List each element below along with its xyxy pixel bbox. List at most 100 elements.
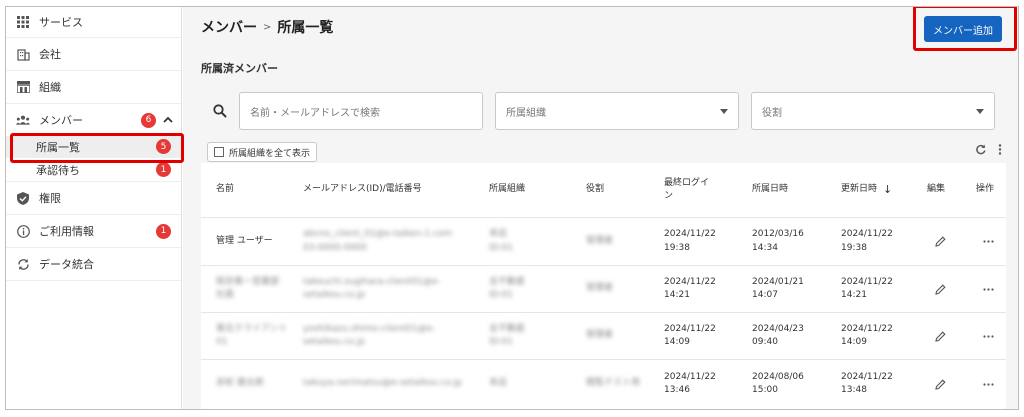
table-toolbar: 所属組織を全て表示: [201, 140, 1006, 162]
pending-count-badge: 1: [156, 162, 171, 177]
date: 2012/03/16: [752, 229, 804, 239]
time: 14:07: [752, 290, 778, 300]
name-line: 社員: [216, 290, 235, 300]
date: 2024/11/22: [664, 229, 716, 239]
col-header-joined[interactable]: 所属日時: [752, 163, 788, 217]
chevron-down-icon: [720, 109, 728, 114]
sidebar-item-organization[interactable]: 組織: [6, 71, 181, 104]
search-input[interactable]: 名前・メールアドレスで検索: [239, 92, 483, 130]
member-email: abcno_client_01@e-taiken-1.com 03-0000-0…: [303, 218, 452, 265]
main-content: メンバー > 所属一覧 メンバー追加 所属済メンバー 名前・メールアドレスで検索…: [183, 7, 1018, 409]
table-row[interactable]: 既存第一営業部 社員 takeuchi.sugihara-client01@e-…: [201, 266, 1006, 313]
member-role: 管理者: [586, 283, 614, 294]
last-login: 2024/11/22 19:38: [664, 218, 716, 265]
col-header-actions: 操作: [976, 184, 995, 195]
member-role: 管理者: [586, 235, 614, 246]
show-all-orgs-checkbox[interactable]: 所属組織を全て表示: [207, 142, 318, 162]
search-icon: [201, 104, 239, 118]
table-row[interactable]: 管理 ユーザー abcno_client_01@e-taiken-1.com 0…: [201, 218, 1006, 266]
time: 14:21: [841, 290, 867, 300]
last-login: 2024/11/22 13:46: [664, 360, 716, 408]
table-row[interactable]: 東北クライアント 01 yoshikazu.shimo-client01@e- …: [201, 313, 1006, 360]
more-vert-icon[interactable]: [998, 144, 1002, 158]
email-line: abcno_client_01@e-taiken-1.com: [303, 229, 453, 239]
member-role: 閲覧テスト用: [586, 378, 641, 389]
member-org: 全不動産 ID:01: [489, 266, 525, 312]
org-select[interactable]: 所属組織: [495, 92, 739, 130]
checkbox-icon: [214, 147, 224, 157]
sidebar-item-label: メンバー: [39, 114, 83, 127]
org-id-line: ID:01: [489, 290, 514, 300]
sidebar-subitem-pending[interactable]: 承認待ち 1: [6, 158, 181, 182]
pencil-icon[interactable]: [935, 360, 946, 408]
time: 19:38: [841, 242, 867, 253]
time: 14:21: [664, 290, 690, 300]
updated-at: 2024/11/22 14:09: [841, 313, 893, 359]
phone-line: 03-0000-0000: [303, 242, 367, 253]
name-line: 01: [216, 337, 228, 347]
time: 14:09: [664, 337, 690, 347]
add-member-button[interactable]: メンバー追加: [924, 16, 1002, 42]
date: 2024/04/23: [752, 323, 804, 334]
sidebar-subitem-affiliations[interactable]: 所属一覧 5: [6, 136, 181, 158]
org-line: 本店: [489, 229, 508, 239]
last-login: 2024/11/22 14:21: [664, 266, 716, 312]
sidebar-item-services[interactable]: サービス: [6, 7, 181, 38]
show-all-orgs-label: 所属組織を全て表示: [229, 148, 311, 159]
page-title: 所属一覧: [277, 20, 334, 36]
table-row[interactable]: 赤松 健太郎 takuya.nerimatsu@e-setaikou.co.jp…: [201, 360, 1006, 408]
col-header-email: メールアドレス(ID)/電話番号: [303, 184, 422, 195]
updated-at: 2024/11/22 14:21: [841, 266, 893, 312]
more-horiz-icon[interactable]: [983, 218, 994, 265]
col-header-last-login[interactable]: 最終ログイ ン: [664, 163, 709, 217]
sidebar-item-company[interactable]: 会社: [6, 38, 181, 71]
org-id-line: ID:01: [489, 337, 514, 347]
member-name: 管理 ユーザー: [216, 235, 273, 246]
time: 13:46: [664, 385, 690, 395]
sync-icon: [16, 257, 30, 271]
more-horiz-icon[interactable]: [983, 313, 994, 359]
time: 09:40: [752, 337, 778, 347]
more-horiz-icon[interactable]: [983, 266, 994, 312]
time: 15:00: [752, 385, 778, 395]
col-header-name: 名前: [216, 184, 235, 195]
sidebar: サービス 会社 組織 メンバー 6 所属一覧 5 承認待ち 1 権限 ご利用情報…: [6, 7, 182, 409]
member-email: takuya.nerimatsu@e-setaikou.co.jp: [303, 378, 462, 389]
date: 2024/08/06: [752, 371, 804, 382]
chevron-up-icon[interactable]: [163, 115, 173, 126]
more-horiz-icon[interactable]: [983, 360, 994, 408]
pencil-icon[interactable]: [935, 266, 946, 312]
member-name: 東北クライアント 01: [216, 313, 288, 359]
sidebar-item-members[interactable]: メンバー 6: [6, 104, 181, 136]
member-role: 管理者: [586, 330, 614, 341]
col-header-updated[interactable]: 更新日時 ↓: [841, 163, 892, 217]
refresh-icon[interactable]: [975, 144, 986, 158]
sidebar-item-data-integration[interactable]: データ統合: [6, 248, 181, 281]
shield-icon: [16, 191, 30, 205]
date: 2024/11/22: [664, 323, 716, 334]
col-header-role: 役割: [586, 184, 605, 195]
member-email: yoshikazu.shimo-client01@e- setaikou.co.…: [303, 313, 435, 359]
pencil-icon[interactable]: [935, 218, 946, 265]
last-login: 2024/11/22 14:09: [664, 313, 716, 359]
sidebar-subitem-label: 所属一覧: [36, 141, 80, 154]
name-line: 東北クライアント: [216, 323, 288, 334]
sidebar-item-permissions[interactable]: 権限: [6, 182, 181, 215]
breadcrumb-members[interactable]: メンバー: [201, 17, 257, 37]
member-org: 本店 ID:01: [489, 218, 513, 265]
date: 2024/11/22: [664, 371, 716, 382]
joined-at: 2024/04/23 09:40: [752, 313, 804, 359]
toolbar-icons: [975, 144, 1002, 158]
date: 2024/11/22: [841, 229, 893, 239]
date: 2024/01/21: [752, 276, 804, 287]
pencil-icon[interactable]: [935, 313, 946, 359]
members-count-badge: 6: [141, 112, 156, 128]
members-icon: [16, 113, 30, 127]
members-table: 名前 メールアドレス(ID)/電話番号 所属組織 役割 最終ログイ ン 所属日時…: [201, 163, 1006, 409]
updated-at: 2024/11/22 19:38: [841, 218, 893, 265]
role-select[interactable]: 役割: [751, 92, 995, 130]
updated-at: 2024/11/22 13:48: [841, 360, 893, 408]
sidebar-item-usage-info[interactable]: ご利用情報 1: [6, 215, 181, 248]
sidebar-item-label: 権限: [39, 192, 61, 205]
col-header-edit: 編集: [927, 184, 946, 195]
